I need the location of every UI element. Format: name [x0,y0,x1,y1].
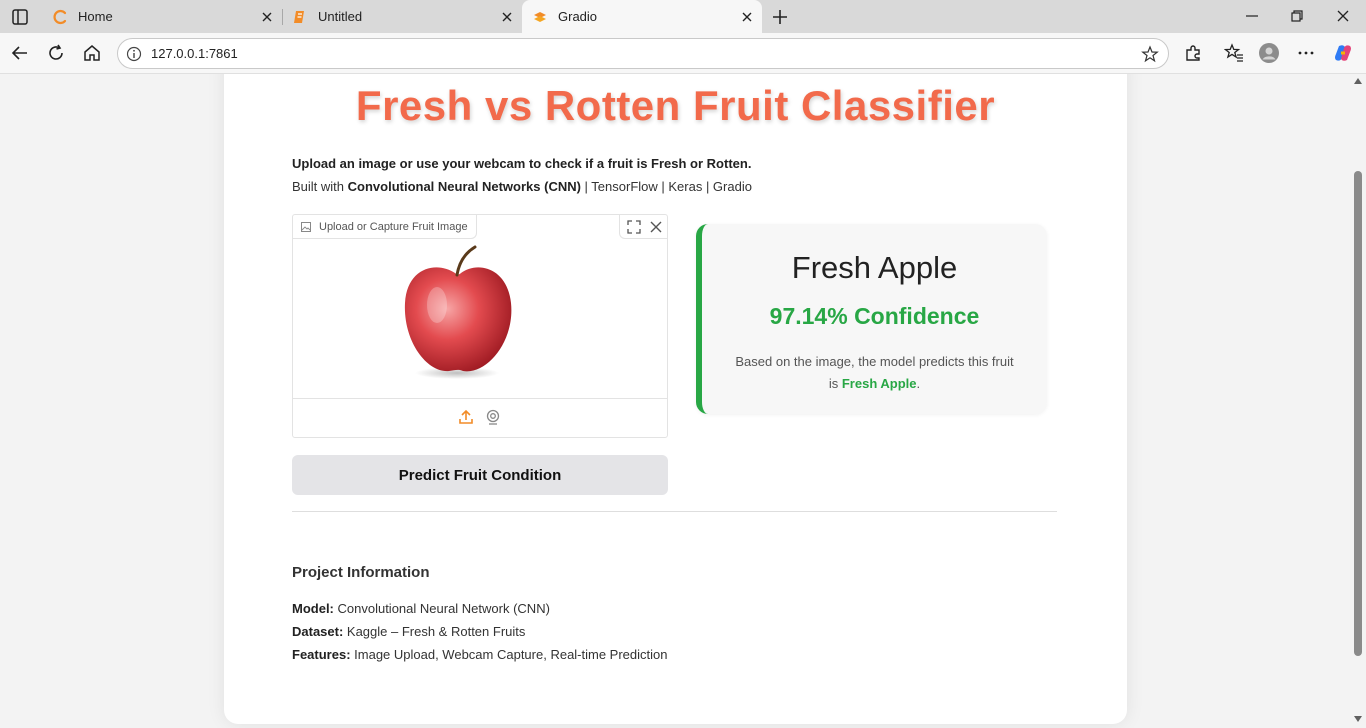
image-input-label-text: Upload or Capture Fruit Image [319,220,468,233]
more-icon[interactable] [1296,43,1316,63]
tab-gradio[interactable]: Gradio [522,0,762,33]
prediction-confidence: 97.14% Confidence [769,303,980,329]
scroll-down-icon[interactable] [1354,716,1362,722]
model-value: Convolutional Neural Network (CNN) [333,601,550,616]
predict-button[interactable]: Predict Fruit Condition [292,455,668,495]
app-container: Fresh vs Rotten Fruit Classifier Upload … [224,74,1127,724]
tab-strip: Home Untitled Gradio [0,0,1366,33]
desc-suffix: . [916,376,921,391]
tab-gradio-label: Gradio [558,9,598,24]
browser-toolbar: 127.0.0.1:7861 [0,33,1366,74]
image-input-label: Upload or Capture Fruit Image [293,215,477,239]
home-icon[interactable] [82,43,102,63]
info-icon[interactable] [126,46,142,62]
intro-instructions: Upload an image or use your webcam to ch… [292,156,752,171]
refresh-icon[interactable] [46,43,66,63]
intro-bold: Convolutional Neural Networks (CNN) [347,179,581,194]
project-model: Model: Convolutional Neural Network (CNN… [292,601,550,616]
tab-untitled-label: Untitled [318,9,363,24]
tab-home[interactable]: Home [42,0,282,33]
page-viewport: Fresh vs Rotten Fruit Classifier Upload … [0,74,1366,728]
close-icon[interactable] [260,10,274,24]
dataset-value: Kaggle – Fresh & Rotten Fruits [343,624,526,639]
restore-icon[interactable] [1289,8,1305,24]
scroll-thumb[interactable] [1354,171,1362,656]
features-key: Features: [292,647,351,662]
plus-icon[interactable] [768,5,792,29]
close-icon[interactable] [1335,8,1351,24]
intro-prefix: Built with [292,179,348,194]
intro-tech-stack: Built with Convolutional Neural Networks… [292,179,752,194]
home-tab-icon [53,9,67,24]
upload-icon[interactable] [458,409,474,425]
gradio-tab-icon [534,11,546,22]
intro-suffix: | TensorFlow | Keras | Gradio [580,179,752,194]
tab-home-label: Home [78,9,113,24]
apple-image [404,245,512,379]
image-input[interactable]: Upload or Capture Fruit Image [292,214,668,438]
url-text[interactable]: 127.0.0.1:7861 [151,46,238,61]
project-dataset: Dataset: Kaggle – Fresh & Rotten Fruits [292,624,525,639]
favorites-icon[interactable] [1224,43,1244,63]
minimize-icon[interactable] [1244,8,1260,24]
prediction-description: Based on the image, the model predicts t… [732,351,1017,395]
back-icon[interactable] [10,43,30,63]
close-icon[interactable] [649,220,663,234]
webcam-icon[interactable] [485,409,501,425]
prediction-result: Fresh Apple 97.14% Confidence Based on t… [696,224,1047,414]
scroll-up-icon[interactable] [1354,78,1362,84]
image-source-bar [293,398,667,438]
page-scrollbar[interactable] [1350,74,1366,728]
features-value: Image Upload, Webcam Capture, Real-time … [350,647,668,662]
project-info-heading: Project Information [292,564,430,581]
divider [292,511,1057,512]
address-bar[interactable]: 127.0.0.1:7861 [117,38,1169,69]
tab-untitled[interactable]: Untitled [282,0,522,33]
project-features: Features: Image Upload, Webcam Capture, … [292,647,668,662]
fullscreen-icon[interactable] [627,220,641,234]
untitled-tab-icon [294,10,304,23]
model-key: Model: [292,601,334,616]
image-icon [301,221,311,232]
profile-icon[interactable] [1259,43,1279,63]
extensions-icon[interactable] [1183,43,1203,63]
desc-label: Fresh Apple [841,376,917,391]
copilot-icon[interactable] [1333,43,1353,63]
sidebar-icon[interactable] [9,6,31,28]
close-icon[interactable] [500,10,514,24]
star-icon[interactable] [1141,45,1159,63]
prediction-label: Fresh Apple [791,250,958,285]
dataset-key: Dataset: [292,624,344,639]
image-controls [619,215,667,239]
page-title: Fresh vs Rotten Fruit Classifier [355,82,996,129]
close-icon[interactable] [740,10,754,24]
